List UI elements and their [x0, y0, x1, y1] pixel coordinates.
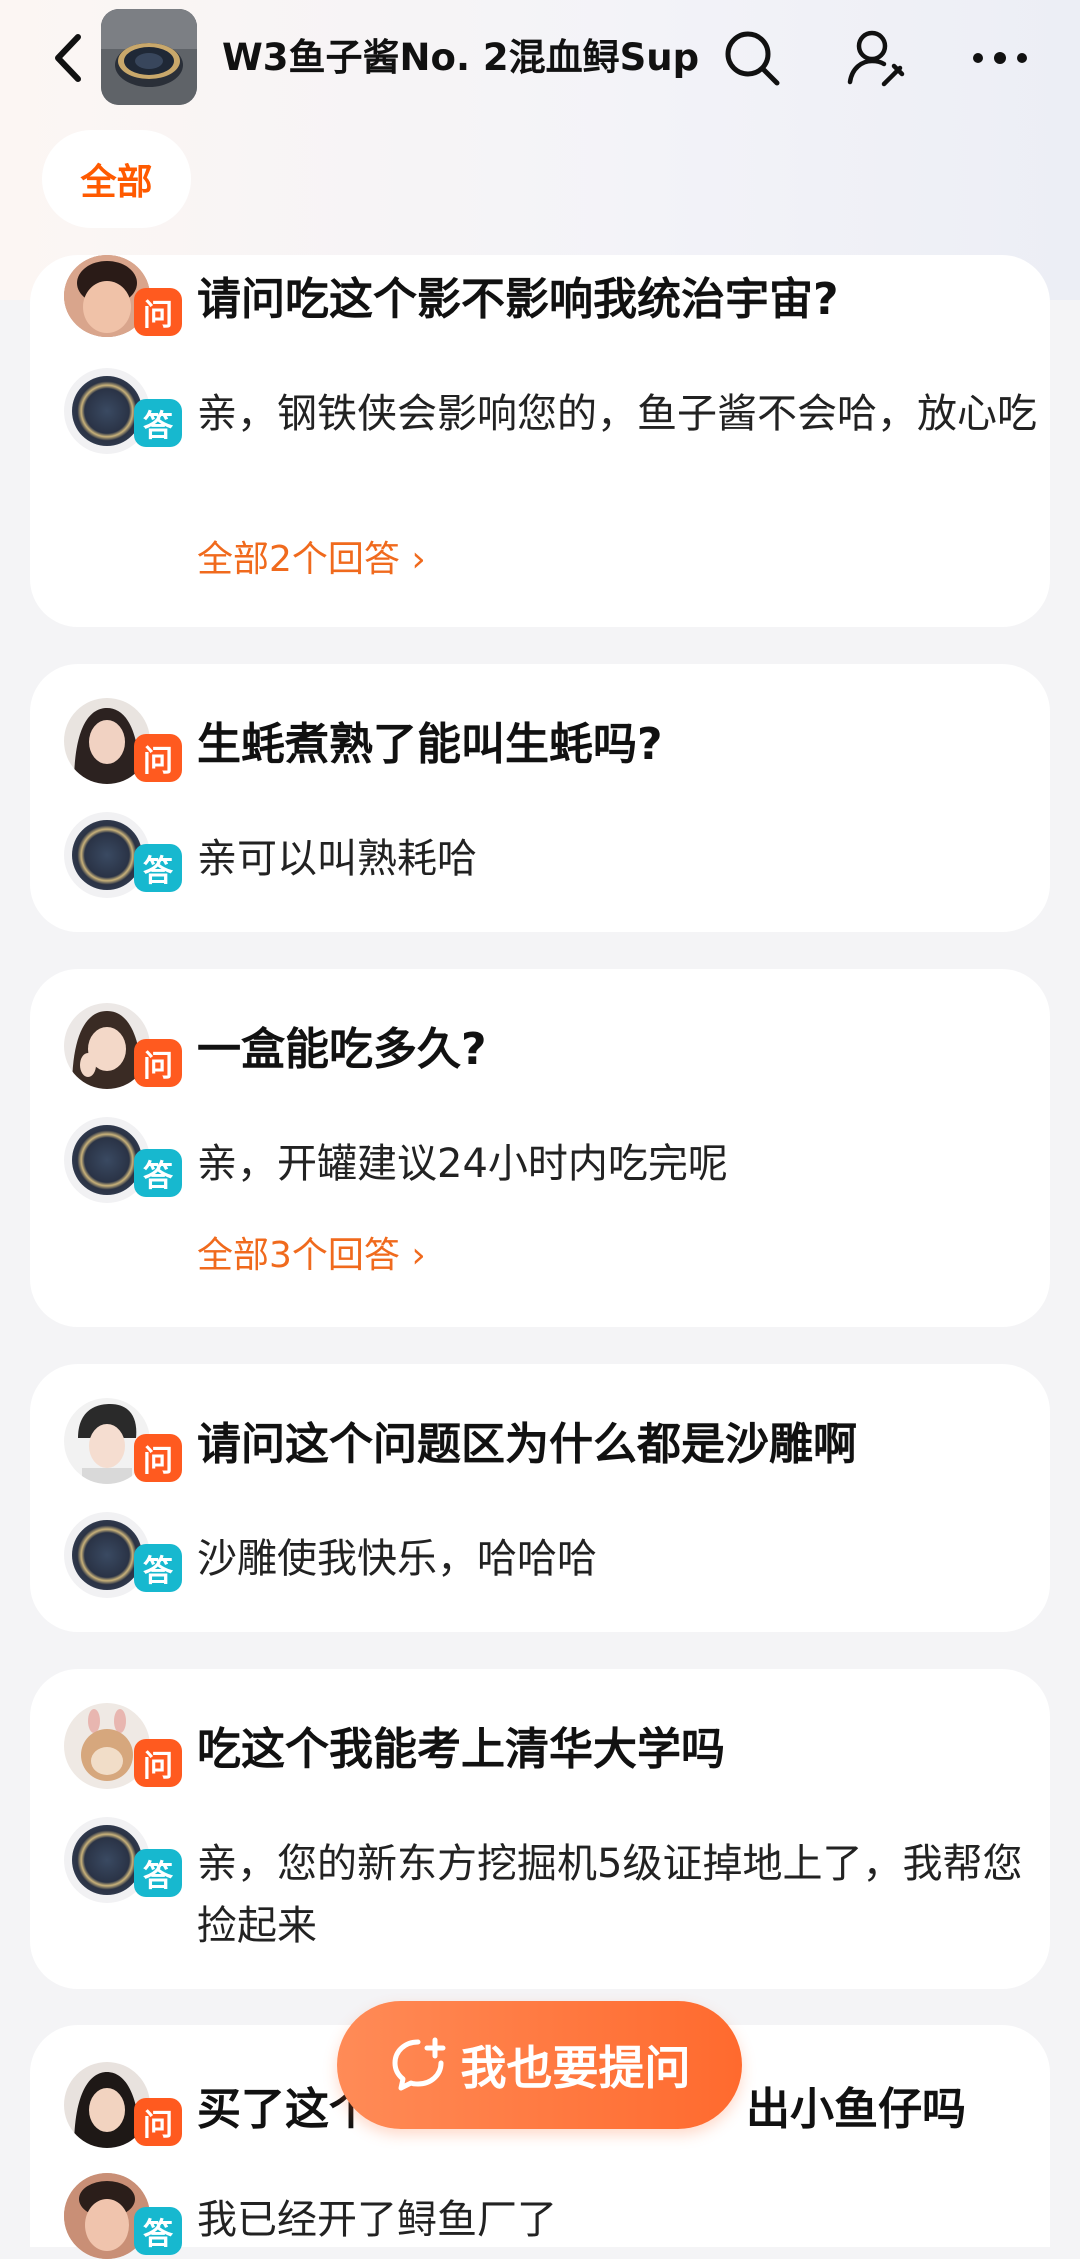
- question-badge: 问: [134, 1739, 182, 1787]
- all-answers-link[interactable]: 全部3个回答 ›: [197, 1231, 426, 1281]
- ask-button-label: 我也要提问: [460, 2041, 691, 2095]
- answer-text: 亲可以叫熟耗哈: [197, 836, 477, 882]
- answer-text: 沙雕使我快乐，哈哈哈: [197, 1536, 597, 1582]
- caviar-tin-image: [101, 9, 197, 105]
- question-text: 吃这个我能考上清华大学吗: [197, 1724, 725, 1775]
- answer-badge: 答: [134, 844, 182, 892]
- answer-badge: 答: [134, 1149, 182, 1197]
- seller-logo: [72, 1125, 142, 1195]
- answer-text: 我已经开了鲟鱼厂了: [197, 2197, 557, 2243]
- product-thumbnail[interactable]: [101, 9, 197, 105]
- qa-card[interactable]: 问 请问吃这个影不影响我统治宇宙? 答 亲，钢铁侠会影响您的，鱼子酱不会哈，放心…: [30, 255, 1050, 627]
- question-badge: 问: [134, 1434, 182, 1482]
- seller-logo: [72, 1825, 142, 1895]
- more-button[interactable]: [960, 18, 1040, 98]
- answer-text: 亲，开罐建议24小时内吃完呢: [197, 1141, 728, 1187]
- question-badge: 问: [134, 288, 182, 336]
- answer-badge: 答: [134, 2207, 182, 2255]
- answer-text: 亲，您的新东方挖掘机5级证掉地上了，我帮您捡起来: [197, 1841, 1023, 1949]
- qa-card[interactable]: 问 生蚝煮熟了能叫生蚝吗? 答 亲可以叫熟耗哈: [30, 664, 1050, 932]
- qa-card[interactable]: 问 吃这个我能考上清华大学吗 答 亲，您的新东方挖掘机5级证掉地上了，我帮您捡起…: [30, 1669, 1050, 1989]
- top-bar: W3鱼子酱No. 2混血鲟Sup…: [0, 0, 1080, 118]
- question-badge: 问: [134, 1039, 182, 1087]
- all-answers-link[interactable]: 全部2个回答 ›: [197, 535, 426, 585]
- search-button[interactable]: [712, 18, 792, 98]
- question-text: 请问这个问题区为什么都是沙雕啊: [197, 1419, 857, 1470]
- answer-badge: 答: [134, 399, 182, 447]
- question-badge: 问: [134, 734, 182, 782]
- more-dots-icon: [973, 52, 1027, 64]
- qa-card[interactable]: 问 请问这个问题区为什么都是沙雕啊 答 沙雕使我快乐，哈哈哈: [30, 1364, 1050, 1632]
- back-button[interactable]: [46, 30, 90, 86]
- seller-logo: [72, 820, 142, 890]
- answer-text: 亲，钢铁侠会影响您的，鱼子酱不会哈，放心吃: [197, 391, 1037, 437]
- question-badge: 问: [134, 2098, 182, 2146]
- question-text: 一盒能吃多久?: [197, 1024, 487, 1075]
- qa-card[interactable]: 问 一盒能吃多久? 答 亲，开罐建议24小时内吃完呢 全部3个回答 ›: [30, 969, 1050, 1327]
- answer-badge: 答: [134, 1544, 182, 1592]
- product-title: W3鱼子酱No. 2混血鲟Sup…: [222, 36, 702, 79]
- chevron-left-icon: [55, 34, 81, 82]
- question-text-tail: 出小鱼仔吗: [746, 2084, 966, 2135]
- answer-badge: 答: [134, 1849, 182, 1897]
- seller-logo: [72, 1520, 142, 1590]
- search-icon: [725, 31, 780, 86]
- seller-logo: [72, 376, 142, 446]
- user-edit-button[interactable]: [836, 18, 916, 98]
- ask-question-button[interactable]: 我也要提问: [337, 2001, 742, 2129]
- question-text: 请问吃这个影不影响我统治宇宙?: [197, 274, 839, 325]
- chat-bubble-add-icon: [392, 2037, 445, 2091]
- question-text: 生蚝煮熟了能叫生蚝吗?: [197, 719, 663, 770]
- user-edit-icon: [847, 30, 905, 87]
- filter-chip-all[interactable]: 全部: [42, 130, 191, 228]
